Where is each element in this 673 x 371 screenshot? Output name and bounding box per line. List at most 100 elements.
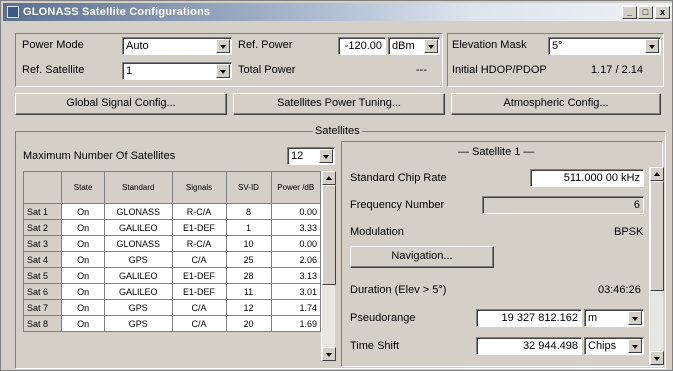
cell-state[interactable]: On xyxy=(61,283,105,300)
cell-state[interactable]: On xyxy=(61,299,105,316)
cell-power[interactable]: 1.69 xyxy=(270,315,321,332)
cell-standard[interactable]: GALILEO xyxy=(104,283,173,300)
max-satellites-label: Maximum Number Of Satellites xyxy=(23,150,176,162)
time-shift-input[interactable]: 32 944.498 xyxy=(476,337,582,355)
atmospheric-config-button[interactable]: Atmospheric Config... xyxy=(451,93,661,115)
close-button[interactable]: x xyxy=(655,6,670,19)
cell-standard[interactable]: GALILEO xyxy=(104,267,173,284)
row-header[interactable]: Sat 2 xyxy=(22,219,63,236)
cell-signals[interactable]: R-C/A xyxy=(171,235,227,252)
cell-power[interactable]: 2.06 xyxy=(270,251,321,268)
row-header[interactable]: Sat 6 xyxy=(22,283,63,300)
pseudorange-unit-select[interactable]: m xyxy=(584,309,644,327)
scroll-up-icon[interactable] xyxy=(322,171,336,185)
scroll-up-icon[interactable] xyxy=(650,167,664,181)
cell-svid[interactable]: 28 xyxy=(225,267,272,284)
row-header[interactable]: Sat 4 xyxy=(22,251,63,268)
chevron-down-icon[interactable] xyxy=(628,339,642,353)
glonass-config-window: GLONASS Satellite Configurations _ □ x P… xyxy=(0,0,673,371)
title-bar[interactable]: GLONASS Satellite Configurations _ □ x xyxy=(3,3,672,21)
cell-svid[interactable]: 1 xyxy=(225,219,272,236)
cell-signals[interactable]: C/A xyxy=(171,251,227,268)
chevron-down-icon[interactable] xyxy=(216,39,230,53)
ref-satellite-select[interactable]: 1 xyxy=(122,62,232,80)
satellite-detail-header: — Satellite 1 — xyxy=(458,146,535,158)
hdop-pdop-value: 1.17 / 2.14 xyxy=(591,64,643,76)
table-row[interactable]: Sat 1 On GLONASS R-C/A 8 0.00 xyxy=(22,203,321,220)
chevron-down-icon[interactable] xyxy=(424,39,438,53)
cell-power[interactable]: 1.74 xyxy=(270,299,321,316)
cell-state[interactable]: On xyxy=(61,219,105,236)
cell-power[interactable]: 3.13 xyxy=(270,267,321,284)
cell-state[interactable]: On xyxy=(61,203,105,220)
column-header-signals: Signals xyxy=(171,171,227,204)
scroll-down-icon[interactable] xyxy=(650,351,664,365)
table-row[interactable]: Sat 3 On GLONASS R-C/A 10 0.00 xyxy=(22,235,321,252)
cell-svid[interactable]: 25 xyxy=(225,251,272,268)
ref-power-input[interactable]: -120.00 xyxy=(338,37,386,55)
cell-standard[interactable]: GLONASS xyxy=(104,235,173,252)
cell-power[interactable]: 3.33 xyxy=(270,219,321,236)
navigation-button[interactable]: Navigation... xyxy=(350,246,494,268)
cell-svid[interactable]: 8 xyxy=(225,203,272,220)
row-header[interactable]: Sat 5 xyxy=(22,267,63,284)
cell-power[interactable]: 0.00 xyxy=(270,203,321,220)
power-mode-select[interactable]: Auto xyxy=(122,37,232,55)
satellites-power-tuning-button[interactable]: Satellites Power Tuning... xyxy=(233,93,445,115)
cell-standard[interactable]: GALILEO xyxy=(104,219,173,236)
chevron-down-icon[interactable] xyxy=(628,311,642,325)
cell-state[interactable]: On xyxy=(61,235,105,252)
row-header[interactable]: Sat 3 xyxy=(22,235,63,252)
table-row[interactable]: Sat 6 On GALILEO E1-DEF 11 3.01 xyxy=(22,283,321,300)
cell-signals[interactable]: R-C/A xyxy=(171,203,227,220)
scroll-thumb[interactable] xyxy=(322,185,336,285)
cell-power[interactable]: 0.00 xyxy=(270,235,321,252)
detail-scrollbar[interactable] xyxy=(649,167,664,365)
time-shift-unit-select[interactable]: Chips xyxy=(584,337,644,355)
frequency-number-field: 6 xyxy=(482,196,644,214)
cell-state[interactable]: On xyxy=(61,251,105,268)
table-row[interactable]: Sat 7 On GPS C/A 12 1.74 xyxy=(22,299,321,316)
row-header[interactable]: Sat 1 xyxy=(22,203,63,220)
global-signal-config-button[interactable]: Global Signal Config... xyxy=(15,93,227,115)
table-scrollbar[interactable] xyxy=(321,171,336,361)
app-icon xyxy=(7,6,19,18)
minimize-button[interactable]: _ xyxy=(622,6,637,19)
scroll-down-icon[interactable] xyxy=(322,347,336,361)
cell-signals[interactable]: C/A xyxy=(171,315,227,332)
table-row[interactable]: Sat 5 On GALILEO E1-DEF 28 3.13 xyxy=(22,267,321,284)
maximize-button[interactable]: □ xyxy=(638,6,653,19)
table-row[interactable]: Sat 4 On GPS C/A 25 2.06 xyxy=(22,251,321,268)
cell-standard[interactable]: GPS xyxy=(104,251,173,268)
chip-rate-label: Standard Chip Rate xyxy=(350,172,447,184)
max-satellites-select[interactable]: 12 xyxy=(287,147,335,165)
cell-power[interactable]: 3.01 xyxy=(270,283,321,300)
cell-state[interactable]: On xyxy=(61,315,105,332)
chevron-down-icon[interactable] xyxy=(645,39,659,53)
row-header[interactable]: Sat 8 xyxy=(22,315,63,332)
cell-state[interactable]: On xyxy=(61,267,105,284)
table-row[interactable]: Sat 8 On GPS C/A 20 1.69 xyxy=(22,315,321,332)
cell-signals[interactable]: E1-DEF xyxy=(171,267,227,284)
cell-standard[interactable]: GLONASS xyxy=(104,203,173,220)
pseudorange-label: Pseudorange xyxy=(350,312,416,324)
cell-signals[interactable]: E1-DEF xyxy=(171,283,227,300)
cell-standard[interactable]: GPS xyxy=(104,299,173,316)
cell-svid[interactable]: 12 xyxy=(225,299,272,316)
cell-svid[interactable]: 20 xyxy=(225,315,272,332)
row-header[interactable]: Sat 7 xyxy=(22,299,63,316)
chip-rate-input[interactable]: 511.000 00 kHz xyxy=(530,169,644,187)
chevron-down-icon[interactable] xyxy=(216,64,230,78)
ref-power-unit-select[interactable]: dBm xyxy=(388,37,440,55)
cell-signals[interactable]: E1-DEF xyxy=(171,219,227,236)
chevron-down-icon[interactable] xyxy=(319,149,333,163)
elevation-mask-select[interactable]: 5° xyxy=(548,37,661,55)
cell-standard[interactable]: GPS xyxy=(104,315,173,332)
cell-signals[interactable]: C/A xyxy=(171,299,227,316)
pseudorange-input[interactable]: 19 327 812.162 xyxy=(476,309,582,327)
scroll-thumb[interactable] xyxy=(650,181,664,291)
cell-svid[interactable]: 10 xyxy=(225,235,272,252)
total-power-value: --- xyxy=(416,64,427,76)
table-row[interactable]: Sat 2 On GALILEO E1-DEF 1 3.33 xyxy=(22,219,321,236)
cell-svid[interactable]: 11 xyxy=(225,283,272,300)
